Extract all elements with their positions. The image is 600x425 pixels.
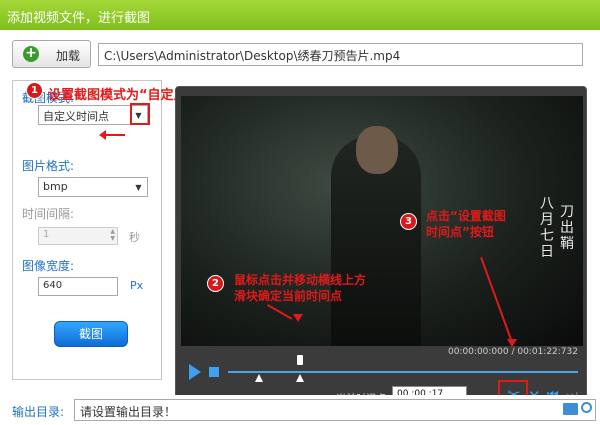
chevron-down-icon[interactable]: ▼ (132, 181, 145, 194)
output-bar: 输出目录: 请设置输出目录！ (0, 395, 600, 425)
image-width-label: 图像宽度: (22, 259, 75, 273)
main-area: + 加载 C:\Users\Administrator\Desktop\绣春刀预… (0, 30, 600, 416)
interval-unit: 秒 (129, 231, 140, 244)
step2-annotation-line2: 滑块确定当前时间点 (234, 289, 343, 303)
image-width-input[interactable]: 640 (38, 277, 118, 296)
add-file-button[interactable]: + 加载 (12, 40, 91, 68)
step1-arrowhead (99, 130, 106, 140)
plus-icon: + (23, 46, 39, 62)
output-dir-label: 输出目录: (12, 405, 65, 419)
file-path-field[interactable]: C:\Users\Administrator\Desktop\绣春刀预告片.mp… (98, 43, 583, 66)
step2-arrowhead (293, 314, 303, 322)
step3-annotation-line1: 点击“设置截图 (426, 209, 506, 223)
video-figure-head (356, 126, 398, 174)
video-player: 八月七日 刀出鞘 00:00:00:000 / 00:01:22:732 当前时… (175, 86, 587, 416)
image-format-label: 图片格式: (22, 159, 75, 173)
video-caption-date: 八月七日 (540, 196, 554, 260)
stepper-arrows-icon: ▲ ▼ (110, 228, 115, 242)
interval-label: 时间间隔: (22, 207, 75, 221)
step1-badge: 1 (26, 82, 43, 99)
interval-value: 1 (43, 229, 50, 240)
interval-stepper: 1 ▲ ▼ (38, 227, 118, 245)
output-dir-placeholder: 请设置输出目录！ (80, 405, 177, 419)
video-frame[interactable]: 八月七日 刀出鞘 (181, 96, 583, 346)
timeline-marker-current[interactable] (296, 374, 304, 382)
output-dir-field[interactable]: 请设置输出目录！ (74, 399, 596, 421)
step3-badge: 3 (400, 213, 417, 230)
title-bar: 添加视频文件，进行截图 (0, 0, 600, 30)
add-file-label: 加载 (56, 49, 81, 63)
step3-arrowhead (507, 339, 517, 347)
timecode-display: 00:00:00:000 / 00:01:22:732 (447, 347, 578, 357)
step2-badge: 2 (207, 275, 224, 292)
image-format-select[interactable]: bmp ▼ (38, 177, 148, 197)
capture-button[interactable]: 截图 (54, 321, 128, 347)
video-caption-tagline: 刀出鞘 (560, 204, 574, 252)
timeline-marker-left[interactable] (255, 374, 263, 382)
capture-mode-value: 自定义时间点 (43, 110, 109, 123)
highlight-frame-dropdown (130, 103, 150, 125)
image-width-unit: Px (130, 279, 144, 292)
step3-annotation-line2: 时间点”按钮 (426, 225, 494, 239)
folder-icon[interactable] (563, 403, 578, 415)
search-icon[interactable] (581, 402, 592, 413)
stop-icon[interactable] (209, 367, 219, 377)
timeline-top-slider[interactable] (297, 355, 303, 365)
timeline-track[interactable] (228, 371, 578, 373)
settings-panel: 截图模式: 自定义时间点 ▼ 图片格式: bmp ▼ 时间间隔: 1 ▲ ▼ 秒 … (12, 80, 162, 380)
play-icon[interactable] (189, 364, 201, 380)
step2-annotation-line1: 鼠标点击并移动横线上方 (234, 273, 367, 287)
window-title: 添加视频文件，进行截图 (7, 11, 151, 26)
image-format-value: bmp (43, 180, 68, 193)
